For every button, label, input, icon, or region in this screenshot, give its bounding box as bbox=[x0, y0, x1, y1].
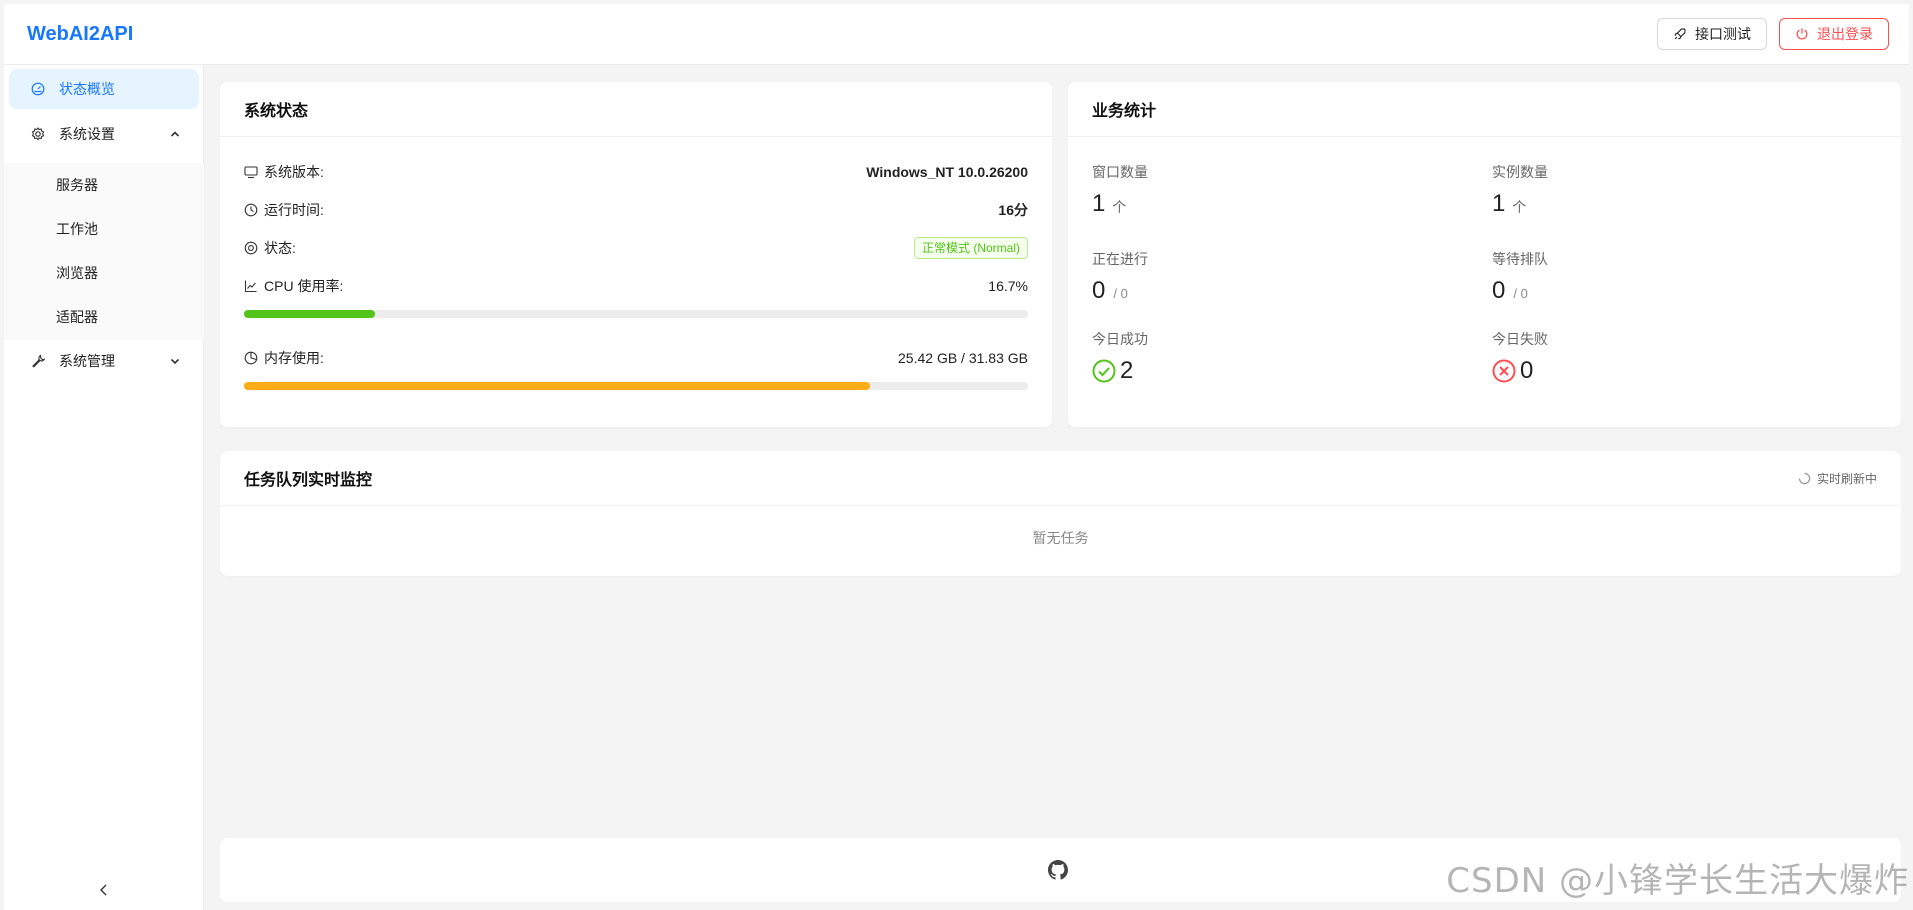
github-icon[interactable] bbox=[1048, 860, 1068, 880]
memory-row: 内存使用: 25.42 GB / 31.83 GB bbox=[244, 348, 1028, 368]
stat-value: 2 bbox=[1120, 357, 1134, 384]
sidebar-item-label: 系统管理 bbox=[59, 353, 115, 369]
line-chart-icon bbox=[244, 280, 257, 293]
status-label: 状态: bbox=[264, 240, 296, 256]
card-title: 任务队列实时监控 bbox=[244, 472, 373, 489]
cpu-progress-fill bbox=[244, 310, 375, 318]
sidebar-item-label: 服务器 bbox=[56, 177, 98, 193]
stat-value: 0 bbox=[1092, 277, 1106, 304]
sidebar-item-worker-pool[interactable]: 工作池 bbox=[9, 209, 199, 249]
stat-unit: 个 bbox=[1512, 199, 1527, 215]
clock-icon bbox=[244, 203, 258, 217]
gear-icon bbox=[31, 127, 45, 141]
stat-label: 今日成功 bbox=[1092, 331, 1148, 347]
status-badge: 正常模式 (Normal) bbox=[914, 237, 1028, 259]
stat-total: / 0 bbox=[1513, 286, 1528, 301]
logout-label: 退出登录 bbox=[1817, 26, 1873, 42]
power-icon bbox=[1796, 28, 1808, 40]
stat-value: 0 bbox=[1520, 357, 1534, 384]
uptime-value: 16分 bbox=[998, 202, 1028, 218]
version-row: 系统版本: Windows_NT 10.0.26200 bbox=[244, 162, 1028, 182]
api-test-button[interactable]: 接口测试 bbox=[1657, 18, 1767, 50]
loading-icon bbox=[1798, 472, 1811, 484]
stat-value: 1 bbox=[1492, 190, 1506, 217]
stat-fail: 今日失败 0 bbox=[1492, 329, 1792, 385]
system-status-card: 系统状态 系统版本: Windows_NT 10.0.26200 运行时间: 1… bbox=[220, 82, 1052, 427]
cpu-progress bbox=[244, 310, 1028, 318]
stat-success: 今日成功 2 bbox=[1092, 329, 1392, 385]
check-circle-icon bbox=[1092, 359, 1116, 383]
stat-label: 等待排队 bbox=[1492, 251, 1548, 267]
stat-queued: 等待排队 0 / 0 bbox=[1492, 249, 1792, 305]
task-queue-header: 任务队列实时监控 实时刷新中 bbox=[220, 451, 1901, 506]
sidebar-item-label: 浏览器 bbox=[56, 265, 98, 281]
chevron-up-icon bbox=[170, 131, 180, 137]
memory-label: 内存使用: bbox=[264, 350, 324, 366]
memory-progress bbox=[244, 382, 1028, 390]
cpu-value: 16.7% bbox=[988, 278, 1028, 294]
cpu-label: CPU 使用率: bbox=[264, 278, 344, 294]
dashboard-icon bbox=[31, 82, 45, 96]
sidebar-item-adapter[interactable]: 适配器 bbox=[9, 297, 199, 337]
sidebar-item-label: 适配器 bbox=[56, 309, 98, 325]
business-stats-card: 业务统计 窗口数量 1 个 实例数量 1 个 正在进行 0 / 0 等待排队 0… bbox=[1068, 82, 1901, 427]
task-queue-card: 任务队列实时监控 实时刷新中 暂无任务 bbox=[220, 451, 1901, 576]
sidebar-item-system-settings[interactable]: 系统设置 bbox=[9, 114, 199, 154]
app-logo[interactable]: WebAI2API bbox=[27, 23, 133, 46]
close-circle-icon bbox=[1492, 359, 1516, 383]
card-title: 系统状态 bbox=[220, 82, 1052, 137]
memory-progress-fill bbox=[244, 382, 871, 390]
sidebar-item-system-management[interactable]: 系统管理 bbox=[9, 341, 199, 381]
stat-value: 1 bbox=[1092, 190, 1106, 217]
uptime-label: 运行时间: bbox=[264, 202, 324, 218]
card-title: 业务统计 bbox=[1068, 82, 1901, 137]
version-label: 系统版本: bbox=[264, 164, 324, 180]
wrench-icon bbox=[32, 354, 45, 368]
sidebar-item-label: 状态概览 bbox=[59, 81, 115, 97]
rocket-icon bbox=[1674, 28, 1686, 40]
memory-value: 25.42 GB / 31.83 GB bbox=[898, 350, 1028, 366]
pie-chart-icon bbox=[244, 351, 258, 365]
stat-label: 今日失败 bbox=[1492, 331, 1548, 347]
sidebar: 状态概览 系统设置 服务器 工作池 浏览器 适配器 系统管理 bbox=[4, 65, 204, 910]
submenu-system-settings: 服务器 工作池 浏览器 适配器 bbox=[4, 163, 204, 340]
collapse-sidebar-icon[interactable] bbox=[96, 882, 112, 898]
watermark: CSDN @小锋学长生活大爆炸 bbox=[1446, 861, 1909, 901]
status-row: 状态: 正常模式 (Normal) bbox=[244, 237, 1028, 259]
api-test-label: 接口测试 bbox=[1695, 26, 1751, 42]
sidebar-item-label: 工作池 bbox=[56, 221, 98, 237]
cpu-row: CPU 使用率: 16.7% bbox=[244, 276, 1028, 296]
stat-value: 0 bbox=[1492, 277, 1506, 304]
stat-instances: 实例数量 1 个 bbox=[1492, 162, 1792, 218]
stat-label: 正在进行 bbox=[1092, 251, 1148, 267]
stat-unit: 个 bbox=[1112, 199, 1127, 215]
stat-windows: 窗口数量 1 个 bbox=[1092, 162, 1392, 218]
sidebar-item-browser[interactable]: 浏览器 bbox=[9, 253, 199, 293]
stat-label: 窗口数量 bbox=[1092, 164, 1148, 180]
refresh-indicator: 实时刷新中 bbox=[1798, 470, 1877, 487]
chevron-down-icon bbox=[170, 358, 180, 365]
empty-state: 暂无任务 bbox=[1032, 530, 1089, 546]
sidebar-item-server[interactable]: 服务器 bbox=[9, 165, 199, 205]
uptime-row: 运行时间: 16分 bbox=[244, 200, 1028, 220]
status-icon bbox=[244, 241, 258, 255]
sidebar-item-overview[interactable]: 状态概览 bbox=[9, 69, 199, 109]
sidebar-item-label: 系统设置 bbox=[59, 126, 115, 142]
refresh-label: 实时刷新中 bbox=[1816, 471, 1877, 486]
stat-running: 正在进行 0 / 0 bbox=[1092, 249, 1392, 305]
monitor-icon bbox=[244, 166, 258, 179]
logout-button[interactable]: 退出登录 bbox=[1779, 18, 1889, 50]
top-header: WebAI2API 接口测试 退出登录 bbox=[4, 4, 1909, 65]
version-value: Windows_NT 10.0.26200 bbox=[866, 164, 1028, 180]
stat-total: / 0 bbox=[1113, 286, 1128, 301]
stat-label: 实例数量 bbox=[1492, 164, 1548, 180]
header-actions: 接口测试 退出登录 bbox=[1657, 18, 1889, 50]
